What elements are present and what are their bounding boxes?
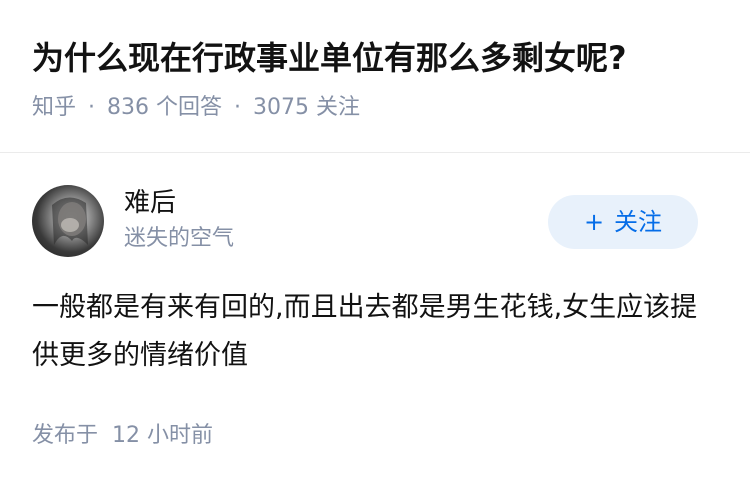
author-row: 难后 迷失的空气 + 关注 (32, 185, 698, 259)
follow-button[interactable]: + 关注 (548, 195, 698, 249)
avatar[interactable] (32, 185, 104, 257)
question-meta: 知乎 · 836 个回答 · 3075 关注 (32, 88, 726, 128)
author-bio: 迷失的空气 (124, 226, 235, 251)
question-header: 为什么现在行政事业单位有那么多剩女呢? 知乎 · 836 个回答 · 3075 关注 (32, 36, 726, 128)
plus-icon: + (583, 208, 605, 236)
published-label: 发布于 (32, 423, 99, 448)
answer-footer: 发布于 12 小时前 (32, 418, 213, 454)
answer-page: 为什么现在行政事业单位有那么多剩女呢? 知乎 · 836 个回答 · 3075 关注 难… (0, 0, 750, 486)
question-title[interactable]: 为什么现在行政事业单位有那么多剩女呢? (32, 36, 726, 80)
followers-count: 3075 (253, 95, 310, 120)
answer-content[interactable]: 一般都是有来有回的,而且出去都是男生花钱,女生应该提供更多的情绪价值 (32, 284, 722, 380)
published-time: 12 小时前 (112, 423, 214, 448)
avatar-photo-icon (52, 197, 88, 245)
source-label[interactable]: 知乎 (32, 95, 76, 120)
follow-button-label: 关注 (614, 208, 663, 236)
answers-label: 个回答 (156, 95, 223, 120)
author-name[interactable]: 难后 (124, 185, 176, 221)
answers-count: 836 (107, 95, 150, 120)
meta-separator: · (234, 95, 242, 120)
meta-separator: · (88, 95, 96, 120)
divider (0, 152, 750, 153)
followers-label: 关注 (316, 95, 361, 120)
